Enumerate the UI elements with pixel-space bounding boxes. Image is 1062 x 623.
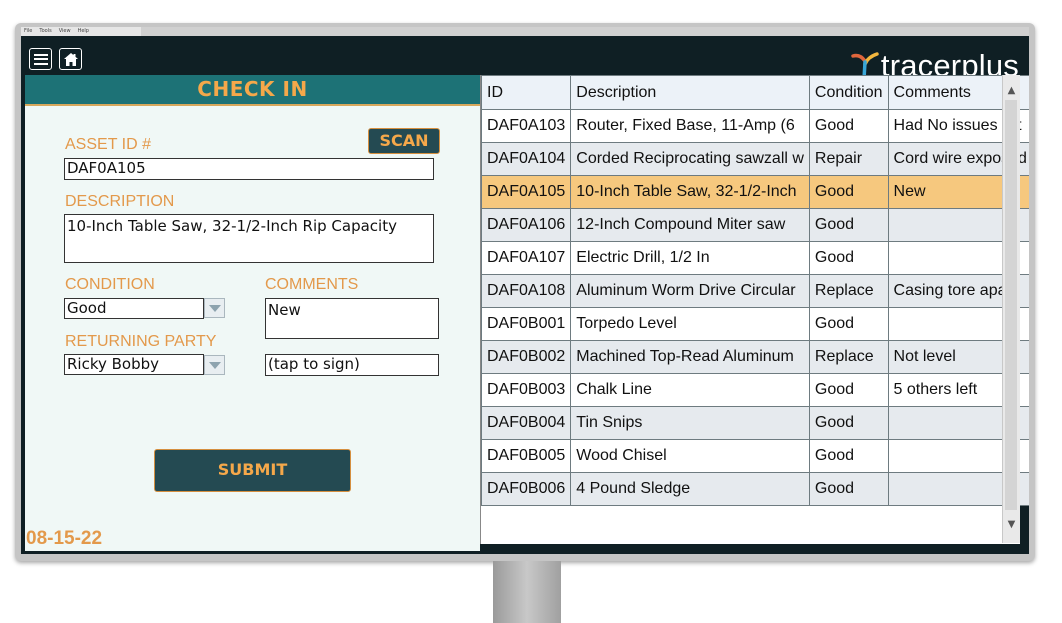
menu-file[interactable]: File xyxy=(24,27,32,36)
table-cell-condition: Good xyxy=(808,109,889,143)
table-cell-description: Electric Drill, 1/2 In xyxy=(570,241,810,275)
table-cell-condition: Good xyxy=(808,472,889,506)
condition-dropdown-arrow-icon[interactable] xyxy=(204,298,225,318)
table-cell-condition: Replace xyxy=(808,340,889,374)
scroll-thumb[interactable] xyxy=(1005,100,1017,510)
menu-help[interactable]: Help xyxy=(78,27,89,36)
table-cell-id: DAF0B006 xyxy=(480,472,572,506)
table-cell-description: 4 Pound Sledge xyxy=(570,472,810,506)
table-row[interactable]: DAF0A104 Corded Reciprocating sawzall w Re… xyxy=(480,142,1029,176)
app-header: tracerplus xyxy=(21,36,1029,83)
returning-party-label: RETURNING PARTY xyxy=(65,333,217,350)
table-cell-description: 10-Inch Table Saw, 32-1/2-Inch xyxy=(570,175,810,209)
app-screen: File Tools View Help tracerplus CHECK IN… xyxy=(21,27,1029,554)
table-cell-condition: Good xyxy=(808,208,889,242)
column-header-id[interactable]: ID xyxy=(480,75,572,110)
comments-input[interactable]: New xyxy=(265,298,439,339)
table-row[interactable]: DAF0A106 12-Inch Compound Miter saw Good xyxy=(480,208,1029,242)
table-cell-condition: Good xyxy=(808,373,889,407)
table-cell-id: DAF0A104 xyxy=(480,142,572,176)
table-cell-id: DAF0A103 xyxy=(480,109,572,143)
form-title: CHECK IN xyxy=(25,75,480,106)
table-row[interactable]: DAF0B001 Torpedo Level Good xyxy=(480,307,1029,341)
table-cell-description: Aluminum Worm Drive Circular xyxy=(570,274,810,308)
column-header-condition[interactable]: Condition xyxy=(808,75,889,110)
condition-label: CONDITION xyxy=(65,276,155,293)
table-cell-condition: Good xyxy=(808,439,889,473)
date-label: 08-15-22 xyxy=(26,528,103,549)
table-row[interactable]: DAF0B004 Tin Snips Good xyxy=(480,406,1029,440)
home-button[interactable] xyxy=(59,48,82,70)
table-cell-id: DAF0A105 xyxy=(480,175,572,209)
table-cell-condition: Good xyxy=(808,307,889,341)
table-cell-description: Tin Snips xyxy=(570,406,810,440)
submit-button[interactable]: SUBMIT xyxy=(154,449,351,492)
description-input[interactable]: 10-Inch Table Saw, 32-1/2-Inch Rip Capac… xyxy=(64,214,434,263)
menu-view[interactable]: View xyxy=(59,27,71,36)
table-row[interactable]: DAF0A107 Electric Drill, 1/2 In Good xyxy=(480,241,1029,275)
monitor-stand xyxy=(493,561,561,623)
table-cell-description: Torpedo Level xyxy=(570,307,810,341)
table-row[interactable]: DAF0B005 Wood Chisel Good xyxy=(480,439,1029,473)
column-header-description[interactable]: Description xyxy=(570,75,810,110)
table-cell-id: DAF0B005 xyxy=(480,439,572,473)
asset-id-input[interactable]: DAF0A105 xyxy=(64,158,434,180)
hamburger-icon xyxy=(33,53,48,65)
returning-party-dropdown-arrow-icon[interactable] xyxy=(204,355,225,375)
table-cell-id: DAF0A106 xyxy=(480,208,572,242)
scroll-up-arrow-icon[interactable]: ▲ xyxy=(1003,82,1020,99)
vertical-scrollbar[interactable]: ▲ ▼ xyxy=(1002,75,1020,543)
table-row[interactable]: DAF0A105 10-Inch Table Saw, 32-1/2-Inch Go… xyxy=(480,175,1029,209)
table-row[interactable]: DAF0B003 Chalk Line Good 5 others left xyxy=(480,373,1029,407)
check-in-form: CHECK IN SCAN ASSET ID # DAF0A105 DESCRI… xyxy=(25,75,480,551)
signature-field[interactable]: (tap to sign) xyxy=(265,354,439,376)
asset-id-label: ASSET ID # xyxy=(65,136,151,153)
table-cell-condition: Repair xyxy=(808,142,889,176)
comments-label: COMMENTS xyxy=(265,276,359,293)
table-cell-description: Chalk Line xyxy=(570,373,810,407)
table-cell-condition: Good xyxy=(808,175,889,209)
table-cell-id: DAF0B001 xyxy=(480,307,572,341)
asset-table: ID Description Condition Comments DAF0A1… xyxy=(480,75,1029,506)
table-row[interactable]: DAF0A103 Router, Fixed Base, 11-Amp (6 Goo… xyxy=(480,109,1029,143)
table-cell-description: Machined Top-Read Aluminum xyxy=(570,340,810,374)
table-cell-id: DAF0A108 xyxy=(480,274,572,308)
table-cell-description: 12-Inch Compound Miter saw xyxy=(570,208,810,242)
asset-table-panel: ID Description Condition Comments DAF0A1… xyxy=(480,75,1029,544)
table-cell-description: Corded Reciprocating sawzall w xyxy=(570,142,810,176)
table-cell-condition: Replace xyxy=(808,274,889,308)
window-title-bar xyxy=(141,27,1029,36)
table-cell-condition: Good xyxy=(808,241,889,275)
table-cell-id: DAF0B004 xyxy=(480,406,572,440)
table-row[interactable]: DAF0B006 4 Pound Sledge Good xyxy=(480,472,1029,506)
condition-select[interactable]: Good xyxy=(64,298,204,319)
table-cell-description: Wood Chisel xyxy=(570,439,810,473)
table-cell-id: DAF0B002 xyxy=(480,340,572,374)
table-cell-description: Router, Fixed Base, 11-Amp (6 xyxy=(570,109,810,143)
table-cell-condition: Good xyxy=(808,406,889,440)
table-cell-id: DAF0B003 xyxy=(480,373,572,407)
menu-button[interactable] xyxy=(29,48,52,70)
scroll-down-arrow-icon[interactable]: ▼ xyxy=(1003,516,1020,533)
table-row[interactable]: DAF0A108 Aluminum Worm Drive Circular Repl… xyxy=(480,274,1029,308)
home-icon xyxy=(63,52,78,66)
table-cell-id: DAF0A107 xyxy=(480,241,572,275)
scan-button[interactable]: SCAN xyxy=(368,128,440,154)
table-header-row: ID Description Condition Comments xyxy=(480,75,1029,110)
table-row[interactable]: DAF0B002 Machined Top-Read Aluminum Replac… xyxy=(480,340,1029,374)
menu-tools[interactable]: Tools xyxy=(39,27,51,36)
returning-party-select[interactable]: Ricky Bobby xyxy=(64,354,204,375)
description-label: DESCRIPTION xyxy=(65,193,175,210)
